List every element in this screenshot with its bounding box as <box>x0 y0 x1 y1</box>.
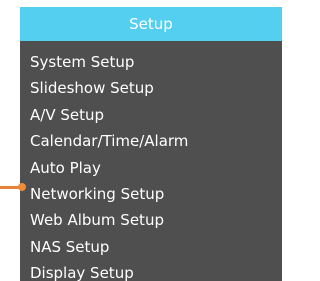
menu-item-networking-setup[interactable]: Networking Setup <box>20 181 282 207</box>
menu-item-slideshow-setup[interactable]: Slideshow Setup <box>20 75 282 101</box>
menu-title: Setup <box>20 7 282 41</box>
menu-item-display-setup[interactable]: Display Setup <box>20 260 282 281</box>
menu-item-av-setup[interactable]: A/V Setup <box>20 102 282 128</box>
menu-item-calendar-time-alarm[interactable]: Calendar/Time/Alarm <box>20 128 282 154</box>
menu-item-nas-setup[interactable]: NAS Setup <box>20 234 282 260</box>
setup-menu: Setup System Setup Slideshow Setup A/V S… <box>20 7 282 281</box>
selection-pointer-icon <box>18 183 26 191</box>
menu-item-auto-play[interactable]: Auto Play <box>20 155 282 181</box>
menu-list: System Setup Slideshow Setup A/V Setup C… <box>20 49 282 281</box>
menu-item-system-setup[interactable]: System Setup <box>20 49 282 75</box>
menu-item-web-album-setup[interactable]: Web Album Setup <box>20 207 282 233</box>
